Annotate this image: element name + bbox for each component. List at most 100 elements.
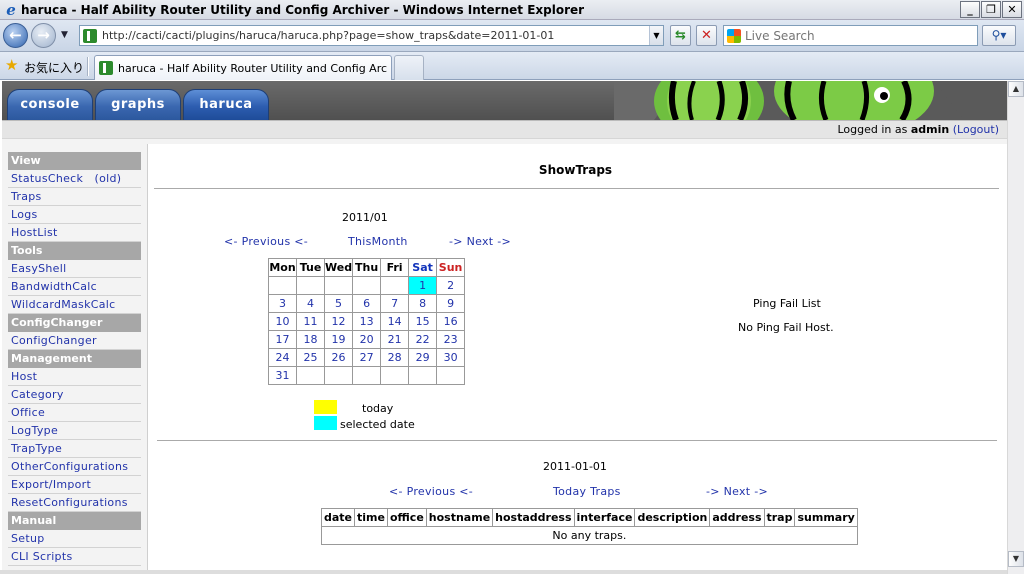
calendar-empty-cell (296, 366, 325, 385)
sidebar-item[interactable]: BandwidthCalc (8, 278, 141, 296)
calendar-weekday: Sat (408, 258, 438, 277)
sidebar-item[interactable]: CLI Scripts (8, 548, 141, 566)
favorites-star-icon[interactable]: ★ (5, 58, 18, 73)
sidebar-item[interactable]: HostList (8, 224, 141, 242)
close-button[interactable]: ✕ (1002, 1, 1022, 18)
tab-console[interactable]: console (7, 89, 93, 120)
search-box[interactable] (723, 25, 978, 46)
sidebar-item[interactable]: WildcardMaskCalc (8, 296, 141, 314)
calendar-day[interactable]: 7 (380, 294, 410, 313)
logout-close-paren: ) (994, 123, 999, 136)
title-divider (154, 188, 999, 189)
browser-tab-active[interactable]: haruca - Half Ability Router Utility and… (94, 55, 392, 80)
logout-link[interactable]: Logout (957, 123, 995, 136)
tab-haruca[interactable]: haruca (183, 89, 269, 120)
username: admin (910, 123, 950, 136)
back-button[interactable]: ← (3, 23, 28, 48)
calendar-day[interactable]: 23 (436, 330, 466, 349)
search-button[interactable]: ⚲▾ (982, 25, 1016, 46)
traps-prev-link[interactable]: <- Previous <- (389, 485, 473, 498)
scroll-down-icon[interactable]: ▼ (1008, 551, 1024, 567)
url-bar[interactable]: http://cacti/cacti/plugins/haruca/haruca… (79, 25, 664, 46)
tab-graphs[interactable]: graphs (95, 89, 181, 120)
page-scrollbar[interactable]: ▲ ▼ (1007, 81, 1024, 574)
refresh-button[interactable]: ⇆ (670, 25, 691, 46)
sidebar-item[interactable]: Host (8, 368, 141, 386)
traps-next-link[interactable]: -> Next -> (706, 485, 768, 498)
favorites-label[interactable]: お気に入り (24, 59, 84, 76)
calendar-day[interactable]: 26 (323, 348, 354, 367)
calendar-day[interactable]: 5 (323, 294, 354, 313)
cacti-header: console graphs haruca (2, 81, 1007, 120)
calendar-day[interactable]: 20 (352, 330, 382, 349)
ping-fail-title: Ping Fail List (753, 297, 821, 310)
calendar-day[interactable]: 25 (296, 348, 325, 367)
calendar-day[interactable]: 11 (296, 312, 325, 331)
calendar-header-row: Mon Tue Wed Thu Fri Sat Sun (268, 258, 466, 277)
calendar-day[interactable]: 9 (436, 294, 466, 313)
sidebar-item[interactable]: StatusCheck (old) (8, 170, 141, 188)
sidebar-item[interactable]: Category (8, 386, 141, 404)
sidebar-section-header: Management (8, 350, 141, 368)
traps-column-header: time (354, 508, 388, 527)
calendar-empty-cell (380, 366, 410, 385)
calendar-day[interactable]: 10 (268, 312, 297, 331)
traps-column-header: summary (794, 508, 858, 527)
traps-column-header: office (386, 508, 427, 527)
minimize-button[interactable]: _ (960, 1, 980, 18)
sidebar-item[interactable]: Logs (8, 206, 141, 224)
calendar-weekday: Mon (268, 258, 297, 277)
sidebar-item[interactable]: Office (8, 404, 141, 422)
traps-today-link[interactable]: Today Traps (553, 485, 621, 498)
sidebar-item[interactable]: Setup (8, 530, 141, 548)
sidebar-item[interactable]: Traps (8, 188, 141, 206)
sidebar-item[interactable]: EasyShell (8, 260, 141, 278)
calendar-day[interactable]: 15 (408, 312, 438, 331)
calendar-day[interactable]: 2 (436, 276, 466, 295)
login-status: Logged in as admin (Logout) (837, 123, 999, 136)
calendar-day[interactable]: 27 (352, 348, 382, 367)
calendar-day[interactable]: 1 (408, 276, 438, 295)
calendar-day[interactable]: 12 (323, 312, 354, 331)
sidebar-item[interactable]: Export/Import (8, 476, 141, 494)
calendar-day[interactable]: 19 (323, 330, 354, 349)
calendar-day[interactable]: 4 (296, 294, 325, 313)
maximize-button[interactable]: ❐ (981, 1, 1001, 18)
calendar-prev-link[interactable]: <- Previous <- (224, 235, 308, 248)
forward-button[interactable]: → (31, 23, 56, 48)
calendar-day[interactable]: 13 (352, 312, 382, 331)
tab-favicon-icon (99, 61, 113, 75)
calendar-day[interactable]: 8 (408, 294, 438, 313)
search-input[interactable] (745, 28, 965, 43)
sidebar-item[interactable]: ConfigChanger (8, 332, 141, 350)
sidebar-item[interactable]: ResetConfigurations (8, 494, 141, 512)
history-dropdown-icon[interactable]: ▼ (61, 30, 68, 40)
calendar-empty-cell (352, 366, 382, 385)
sidebar-item[interactable]: TrapType (8, 440, 141, 458)
url-dropdown-icon[interactable]: ▼ (649, 26, 663, 45)
calendar-day[interactable]: 16 (436, 312, 466, 331)
calendar-week-row: 31 (268, 366, 466, 385)
calendar-day[interactable]: 14 (380, 312, 410, 331)
calendar-empty-cell (323, 366, 354, 385)
calendar-day[interactable]: 24 (268, 348, 297, 367)
calendar-day[interactable]: 29 (408, 348, 438, 367)
calendar-day[interactable]: 30 (436, 348, 466, 367)
calendar-day[interactable]: 6 (352, 294, 382, 313)
stop-button[interactable]: ✕ (696, 25, 717, 46)
calendar-day[interactable]: 22 (408, 330, 438, 349)
calendar-day[interactable]: 21 (380, 330, 410, 349)
calendar-day[interactable]: 28 (380, 348, 410, 367)
url-text[interactable]: http://cacti/cacti/plugins/haruca/haruca… (102, 29, 649, 42)
scroll-up-icon[interactable]: ▲ (1008, 81, 1024, 97)
sidebar-item[interactable]: LogType (8, 422, 141, 440)
calendar-next-link[interactable]: -> Next -> (449, 235, 511, 248)
calendar-day[interactable]: 3 (268, 294, 297, 313)
calendar-day[interactable]: 31 (268, 366, 297, 385)
new-tab-button[interactable] (394, 55, 424, 80)
sidebar-item[interactable]: OtherConfigurations (8, 458, 141, 476)
calendar-this-month-link[interactable]: ThisMonth (348, 235, 408, 248)
calendar-day[interactable]: 17 (268, 330, 297, 349)
calendar-day[interactable]: 18 (296, 330, 325, 349)
login-bar: Logged in as admin (Logout) (2, 120, 1007, 138)
